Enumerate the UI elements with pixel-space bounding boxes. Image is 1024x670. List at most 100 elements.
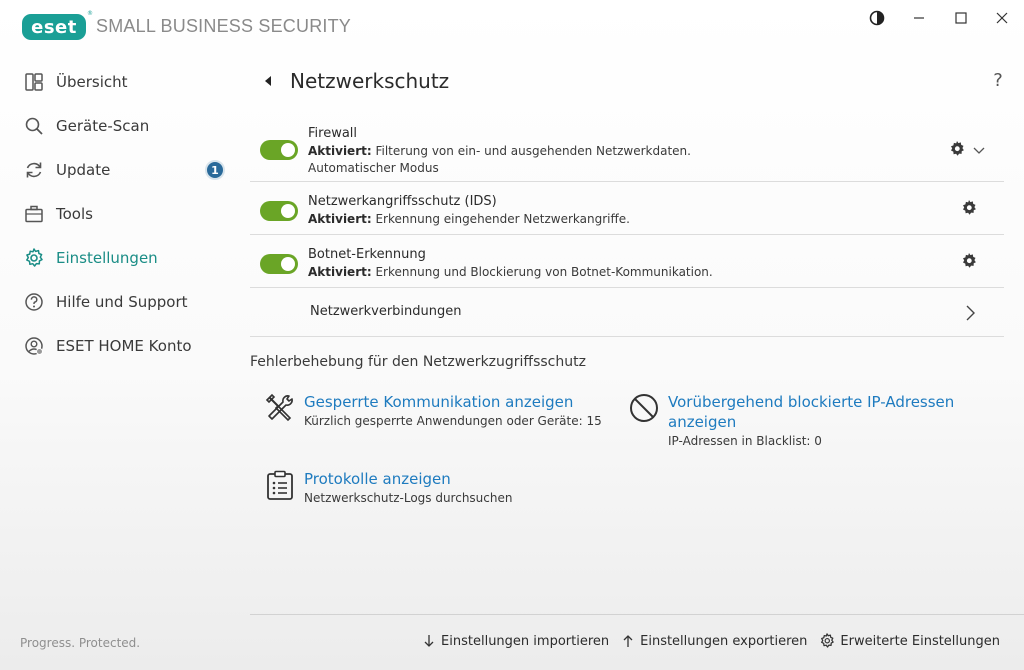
sidebar: Übersicht Geräte-Scan Update 1 Tools Ein… xyxy=(0,60,240,370)
setting-row-network-connections[interactable]: Netzwerkverbindungen xyxy=(250,288,1004,337)
botnet-settings-button[interactable] xyxy=(960,252,978,270)
firewall-mode: Automatischer Modus xyxy=(308,161,439,175)
ids-text: Netzwerkangriffsschutz (IDS) Aktiviert: … xyxy=(308,193,630,228)
export-settings-button[interactable]: Einstellungen exportieren xyxy=(621,633,807,649)
theme-toggle-button[interactable] xyxy=(865,8,889,28)
firewall-toggle[interactable] xyxy=(260,140,298,160)
ids-title: Netzwerkangriffsschutz (IDS) xyxy=(308,194,497,209)
settings-list: Firewall Aktiviert: Filterung von ein- u… xyxy=(250,120,1004,337)
ids-description: Aktiviert: Erkennung eingehender Netzwer… xyxy=(308,211,630,228)
back-button[interactable] xyxy=(262,72,274,90)
search-icon xyxy=(22,114,46,138)
refresh-icon xyxy=(22,158,46,182)
sidebar-item-label: Update xyxy=(56,161,111,179)
ids-toggle[interactable] xyxy=(260,201,298,221)
sidebar-item-label: ESET HOME Konto xyxy=(56,337,192,355)
sidebar-item-tools[interactable]: Tools xyxy=(0,194,240,234)
botnet-desc-text: Erkennung und Blockierung von Botnet-Kom… xyxy=(371,265,713,279)
briefcase-icon xyxy=(22,202,46,226)
import-settings-button[interactable]: Einstellungen importieren xyxy=(422,633,609,649)
help-button[interactable]: ? xyxy=(986,70,1010,94)
gear-icon xyxy=(963,200,976,215)
ids-desc-text: Erkennung eingehender Netzwerkangriffe. xyxy=(371,212,630,226)
sidebar-item-update[interactable]: Update 1 xyxy=(0,150,240,190)
logo-text: eset xyxy=(31,16,77,38)
sidebar-item-help[interactable]: Hilfe und Support xyxy=(0,282,240,322)
firewall-settings-button[interactable] xyxy=(948,140,966,158)
chevron-down-icon xyxy=(973,147,985,154)
maximize-icon xyxy=(955,12,967,24)
firewall-desc-text: Filterung von ein- und ausgehenden Netzw… xyxy=(371,144,691,158)
setting-row-botnet: Botnet-Erkennung Aktiviert: Erkennung un… xyxy=(250,235,1004,288)
arrow-up-icon xyxy=(621,633,635,649)
close-button[interactable] xyxy=(990,8,1014,28)
firewall-text: Firewall Aktiviert: Filterung von ein- u… xyxy=(308,125,691,177)
advanced-settings-button[interactable]: Erweiterte Einstellungen xyxy=(819,633,1000,649)
clipboard-icon xyxy=(264,469,296,501)
view-logs-link[interactable]: Protokolle anzeigen xyxy=(304,469,512,489)
view-logs-sub: Netzwerkschutz-Logs durchsuchen xyxy=(304,491,513,505)
minimize-icon xyxy=(914,17,924,19)
product-name: SMALL BUSINESS SECURITY xyxy=(96,16,352,36)
gear-icon xyxy=(963,253,976,268)
sidebar-item-device-scan[interactable]: Geräte-Scan xyxy=(0,106,240,146)
minimize-button[interactable] xyxy=(907,8,931,28)
blocked-communication-sub: Kürzlich gesperrte Anwendungen oder Gerä… xyxy=(304,414,602,428)
botnet-toggle[interactable] xyxy=(260,254,298,274)
setting-row-ids: Netzwerkangriffsschutz (IDS) Aktiviert: … xyxy=(250,182,1004,235)
import-settings-label: Einstellungen importieren xyxy=(441,633,610,649)
blocked-communication-text: Gesperrte Kommunikation anzeigen Kürzlic… xyxy=(304,392,602,430)
sidebar-item-label: Hilfe und Support xyxy=(56,293,188,311)
back-arrow-icon xyxy=(265,76,271,86)
page-header: Netzwerkschutz ? xyxy=(250,62,1010,102)
blocked-ips-title-line1: Vorübergehend blockierte IP-Adressen xyxy=(668,393,955,411)
ids-settings-button[interactable] xyxy=(960,199,978,217)
footer-divider xyxy=(250,614,1024,615)
network-connections-label: Netzwerkverbindungen xyxy=(310,304,462,319)
arrow-down-icon xyxy=(422,633,436,649)
advanced-settings-label: Erweiterte Einstellungen xyxy=(840,633,1000,649)
blocked-ips-sub: IP-Adressen in Blacklist: 0 xyxy=(668,434,822,448)
page-title: Netzwerkschutz xyxy=(290,69,450,93)
footer-actions: Einstellungen importieren Einstellungen … xyxy=(410,633,1000,649)
firewall-expand-button[interactable] xyxy=(972,142,986,154)
sidebar-item-label: Einstellungen xyxy=(56,249,158,267)
sidebar-item-eset-home[interactable]: ESET HOME Konto xyxy=(0,326,240,366)
botnet-status: Aktiviert: xyxy=(308,265,372,279)
account-icon xyxy=(22,334,46,358)
network-connections-chevron xyxy=(964,303,976,323)
botnet-description: Aktiviert: Erkennung und Blockierung von… xyxy=(308,264,713,281)
help-icon xyxy=(22,290,46,314)
firewall-description: Aktiviert: Filterung von ein- und ausgeh… xyxy=(308,143,691,160)
logo-registered-mark: ® xyxy=(87,10,93,17)
contrast-icon xyxy=(869,10,885,26)
eset-logo: eset xyxy=(22,14,86,40)
troubleshooting-heading: Fehlerbehebung für den Netzwerkzugriffss… xyxy=(250,354,586,370)
blocked-communication-card[interactable]: Gesperrte Kommunikation anzeigen Kürzlic… xyxy=(264,392,604,436)
export-settings-label: Einstellungen exportieren xyxy=(640,633,808,649)
title-bar: eset ® SMALL BUSINESS SECURITY xyxy=(0,0,1024,52)
block-icon xyxy=(628,392,660,424)
sidebar-item-settings[interactable]: Einstellungen xyxy=(0,238,240,278)
view-logs-text: Protokolle anzeigen Netzwerkschutz-Logs … xyxy=(304,469,512,507)
sidebar-item-label: Übersicht xyxy=(56,73,128,91)
ids-status: Aktiviert: xyxy=(308,212,372,226)
tools-icon xyxy=(264,392,296,424)
sidebar-item-overview[interactable]: Übersicht xyxy=(0,62,240,102)
update-count-badge: 1 xyxy=(205,160,225,180)
view-logs-card[interactable]: Protokolle anzeigen Netzwerkschutz-Logs … xyxy=(264,469,564,513)
blocked-ips-card[interactable]: Vorübergehend blockierte IP-Adressen anz… xyxy=(628,392,958,452)
chevron-right-icon xyxy=(966,305,975,321)
blocked-ips-link[interactable]: Vorübergehend blockierte IP-Adressen anz… xyxy=(668,392,954,432)
sidebar-item-label: Tools xyxy=(56,205,93,223)
firewall-status: Aktiviert: xyxy=(308,144,372,158)
maximize-button[interactable] xyxy=(949,8,973,28)
botnet-title: Botnet-Erkennung xyxy=(308,247,426,262)
blocked-ips-title-line2: anzeigen xyxy=(668,413,737,431)
overview-icon xyxy=(22,70,46,94)
setting-row-firewall: Firewall Aktiviert: Filterung von ein- u… xyxy=(250,120,1004,182)
sidebar-item-label: Geräte-Scan xyxy=(56,117,150,135)
footer-status: Progress. Protected. xyxy=(20,636,141,650)
close-icon xyxy=(996,12,1008,24)
blocked-communication-link[interactable]: Gesperrte Kommunikation anzeigen xyxy=(304,392,602,412)
